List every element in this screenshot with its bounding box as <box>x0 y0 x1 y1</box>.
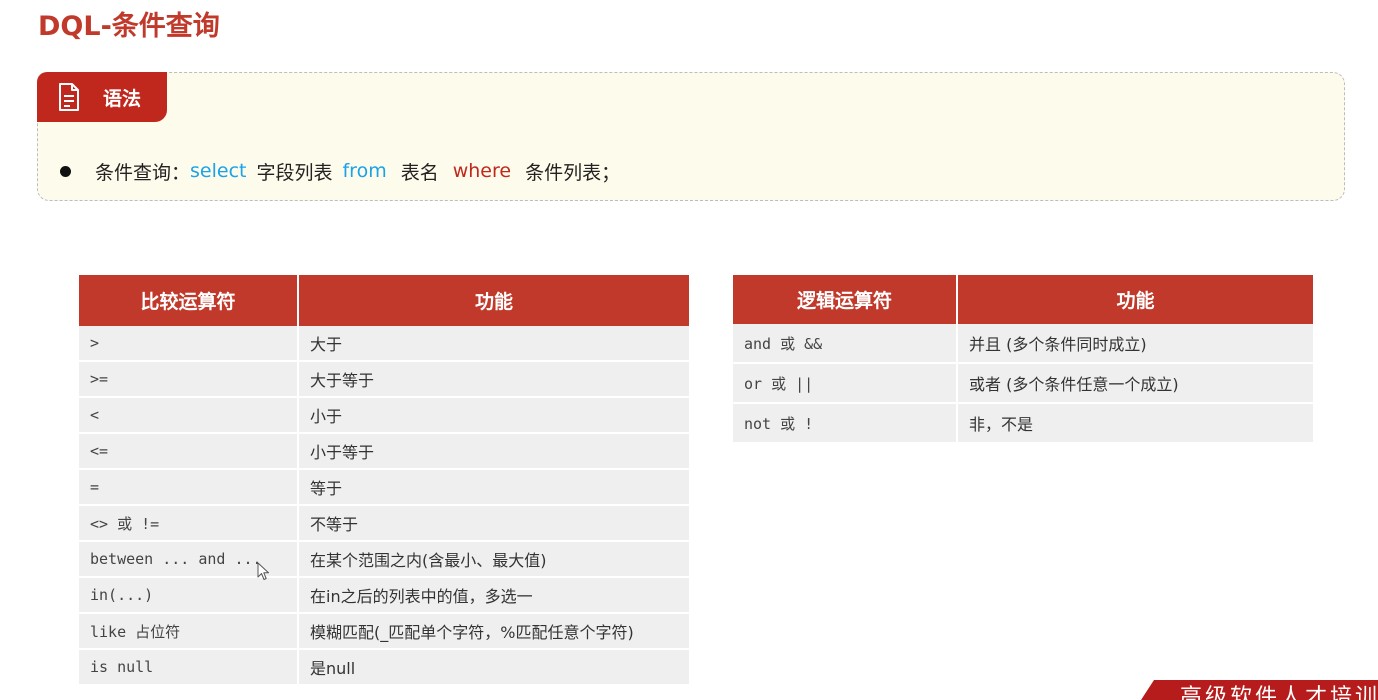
function-cell: 等于 <box>297 470 689 506</box>
table-row: not 或 ! 非，不是 <box>733 404 1313 444</box>
header-function: 功能 <box>297 275 689 326</box>
header-operator: 比较运算符 <box>79 275 297 326</box>
keyword-where: where <box>452 160 512 182</box>
table-row: > 大于 <box>79 326 689 362</box>
syntax-prefix: 条件查询： <box>95 161 191 184</box>
operator-cell: <> 或 != <box>79 506 297 542</box>
brand-text: 高级软件人才培训 <box>1180 685 1378 700</box>
table-row: <> 或 != 不等于 <box>79 506 689 542</box>
syntax-conditions: 条件列表； <box>525 161 621 184</box>
header-function: 功能 <box>956 275 1313 324</box>
function-cell: 模糊匹配(_匹配单个字符，%匹配任意个字符) <box>297 614 689 650</box>
function-cell: 在in之后的列表中的值，多选一 <box>297 578 689 614</box>
function-cell: 小于等于 <box>297 434 689 470</box>
document-icon <box>59 83 79 111</box>
function-cell: 是null <box>297 650 689 686</box>
function-cell: 非，不是 <box>956 404 1313 444</box>
table-row: is null 是null <box>79 650 689 686</box>
bullet-icon <box>60 165 71 177</box>
syntax-box: 语法 条件查询： select 字段列表 from 表名 where 条件列表； <box>37 72 1345 201</box>
keyword-from: from <box>342 160 387 182</box>
syntax-table-name: 表名 <box>400 161 439 184</box>
function-cell: 不等于 <box>297 506 689 542</box>
function-cell: 在某个范围之内(含最小、最大值) <box>297 542 689 578</box>
function-cell: 或者 (多个条件任意一个成立) <box>956 364 1313 404</box>
table-row: <= 小于等于 <box>79 434 689 470</box>
table-row: or 或 || 或者 (多个条件任意一个成立) <box>733 364 1313 404</box>
logical-operators-table: 逻辑运算符 功能 and 或 && 并且 (多个条件同时成立) or 或 || 或者… <box>733 275 1313 444</box>
table-row: between ... and ... 在某个范围之内(含最小、最大值) <box>79 542 689 578</box>
operator-cell: < <box>79 398 297 434</box>
operator-cell: like 占位符 <box>79 614 297 650</box>
operator-cell: > <box>79 326 297 362</box>
operator-cell: in(...) <box>79 578 297 614</box>
page-title: DQL-条件查询 <box>38 11 220 42</box>
table-row: like 占位符 模糊匹配(_匹配单个字符，%匹配任意个字符) <box>79 614 689 650</box>
table-row: = 等于 <box>79 470 689 506</box>
function-cell: 大于 <box>297 326 689 362</box>
operator-cell: or 或 || <box>733 364 956 404</box>
operator-cell: is null <box>79 650 297 686</box>
table-row: >= 大于等于 <box>79 362 689 398</box>
keyword-select: select <box>190 160 247 182</box>
operator-cell: >= <box>79 362 297 398</box>
operator-cell: not 或 ! <box>733 404 956 444</box>
operator-cell: = <box>79 470 297 506</box>
table-row: and 或 && 并且 (多个条件同时成立) <box>733 324 1313 364</box>
function-cell: 大于等于 <box>297 362 689 398</box>
comparison-operators-table: 比较运算符 功能 > 大于 >= 大于等于 < 小于 <= 小于等于 = 等于 <> 或 … <box>79 275 689 686</box>
operator-cell: <= <box>79 434 297 470</box>
table-row: < 小于 <box>79 398 689 434</box>
syntax-tag: 语法 <box>37 72 167 122</box>
function-cell: 并且 (多个条件同时成立) <box>956 324 1313 364</box>
table-header-row: 比较运算符 功能 <box>79 275 689 326</box>
header-operator: 逻辑运算符 <box>733 275 956 324</box>
syntax-fields: 字段列表 <box>256 161 333 184</box>
table-header-row: 逻辑运算符 功能 <box>733 275 1313 324</box>
function-cell: 小于 <box>297 398 689 434</box>
syntax-tag-label: 语法 <box>103 87 142 110</box>
table-row: in(...) 在in之后的列表中的值，多选一 <box>79 578 689 614</box>
operator-cell: and 或 && <box>733 324 956 364</box>
mouse-cursor-icon <box>257 562 269 580</box>
syntax-line: 条件查询： select 字段列表 from 表名 where 条件列表； <box>60 159 621 184</box>
